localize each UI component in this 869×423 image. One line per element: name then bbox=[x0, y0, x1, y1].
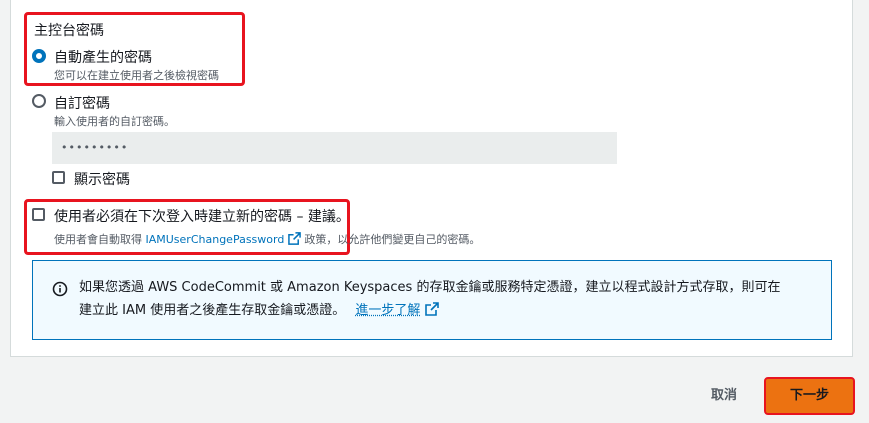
show-password-label: 顯示密碼 bbox=[74, 172, 130, 188]
radio-option-custom-password[interactable]: 自訂密碼 bbox=[32, 93, 232, 113]
require-reset-checkbox[interactable]: 使用者必須在下次登入時建立新的密碼 – 建議。 bbox=[32, 206, 352, 225]
external-link-icon[interactable] bbox=[424, 302, 439, 316]
radio-button-selected[interactable] bbox=[32, 49, 46, 63]
policy-link[interactable]: IAMUserChangePassword bbox=[146, 233, 285, 246]
desc-suffix: 政策，以允許他們變更自己的密碼。 bbox=[304, 233, 481, 246]
radio-option-description: 您可以在建立使用者之後檢視密碼 bbox=[54, 69, 219, 82]
require-reset-label: 使用者必須在下次登入時建立新的密碼 – 建議。 bbox=[54, 209, 350, 225]
info-text-line2: 建立此 IAM 使用者之後產生存取金鑰或憑證。 進一步了解 bbox=[79, 300, 439, 322]
info-icon bbox=[52, 281, 68, 297]
radio-option-label: 自訂密碼 bbox=[54, 96, 110, 112]
checkbox[interactable] bbox=[52, 171, 65, 184]
show-password-checkbox[interactable]: 顯示密碼 bbox=[52, 169, 172, 188]
info-alert: 如果您透過 AWS CodeCommit 或 Amazon Keyspaces … bbox=[32, 260, 832, 340]
checkbox[interactable] bbox=[32, 208, 45, 221]
cancel-button[interactable]: 取消 bbox=[700, 383, 748, 409]
custom-password-input[interactable]: ••••••••• bbox=[52, 132, 617, 164]
require-reset-description: 使用者會自動取得 IAMUserChangePassword 政策，以允許他們變… bbox=[54, 231, 480, 247]
radio-option-description: 輸入使用者的自訂密碼。 bbox=[54, 115, 175, 128]
radio-option-auto-password[interactable]: 自動產生的密碼 bbox=[32, 47, 232, 67]
info-text-line2-prefix: 建立此 IAM 使用者之後產生存取金鑰或憑證。 bbox=[79, 303, 346, 318]
desc-prefix: 使用者會自動取得 bbox=[54, 233, 142, 246]
radio-button[interactable] bbox=[32, 94, 46, 108]
info-text-line1: 如果您透過 AWS CodeCommit 或 Amazon Keyspaces … bbox=[79, 280, 781, 295]
external-link-icon[interactable] bbox=[288, 232, 301, 245]
next-button[interactable]: 下一步 bbox=[764, 377, 855, 415]
learn-more-link[interactable]: 進一步了解 bbox=[355, 303, 420, 318]
radio-option-label: 自動產生的密碼 bbox=[54, 50, 152, 66]
